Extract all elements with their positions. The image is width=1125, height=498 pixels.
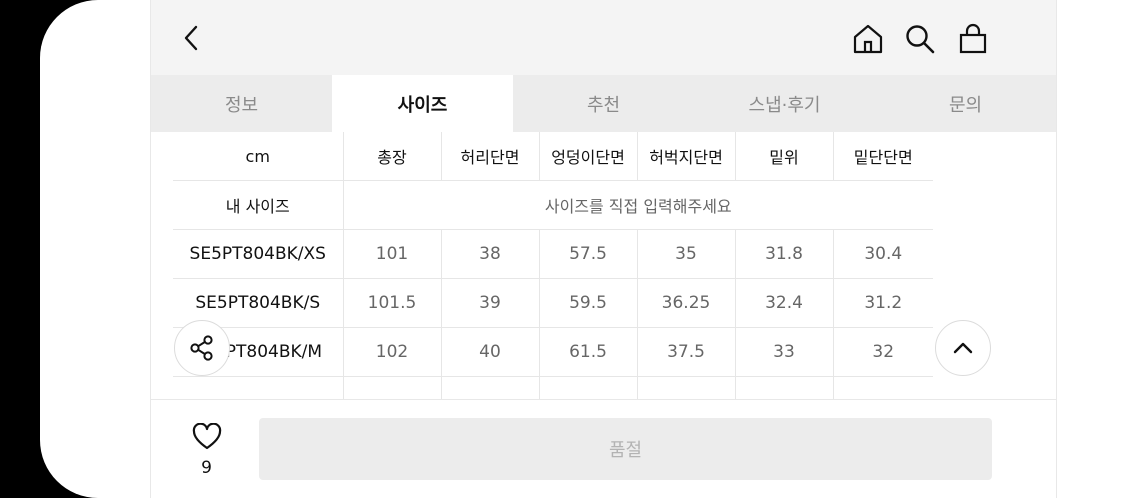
home-icon [853, 24, 883, 54]
back-button[interactable] [173, 20, 209, 56]
size-name: SE5PT804BK/XS [173, 229, 344, 279]
tab-info[interactable]: 정보 [151, 75, 332, 132]
table-cell: 39 [441, 278, 540, 328]
column-header: 밑위 [735, 132, 834, 181]
column-header: 허리단면 [441, 132, 540, 181]
chevron-up-icon [953, 342, 973, 354]
search-button[interactable] [901, 20, 939, 58]
heart-icon [192, 423, 222, 450]
column-header: 엉덩이단면 [539, 132, 638, 181]
column-header: 총장 [343, 132, 442, 181]
table-row: SE5PT804BK/S 101.5 39 59.5 36.25 32.4 31… [173, 278, 933, 328]
table-cell: 40 [441, 327, 540, 377]
table-cell: 57.5 [539, 229, 638, 279]
table-cell: 61.5 [539, 327, 638, 377]
table-cell: 32 [833, 327, 933, 377]
top-navigation-bar [151, 0, 1056, 75]
cart-button[interactable] [954, 20, 992, 58]
table-row: SE5PT804BK/XS 101 38 57.5 35 31.8 30.4 [173, 229, 933, 279]
column-header: 밑단단면 [833, 132, 933, 181]
size-table: cm 총장 허리단면 엉덩이단면 허벅지단면 밑위 밑단단면 내 사이즈 사이즈… [173, 132, 933, 426]
table-cell: 35 [637, 229, 736, 279]
table-cell: 101 [343, 229, 442, 279]
sold-out-button[interactable]: 품절 [259, 418, 992, 480]
app-screen: 정보 사이즈 추천 스냅·후기 문의 cm 총장 허리단면 엉덩이단면 허벅지단… [40, 0, 1125, 498]
my-size-label: 내 사이즈 [173, 180, 344, 230]
table-cell: 30.4 [833, 229, 933, 279]
tab-size[interactable]: 사이즈 [332, 75, 513, 132]
table-cell: 59.5 [539, 278, 638, 328]
like-button[interactable]: 9 [169, 422, 244, 482]
search-icon [906, 25, 935, 54]
my-size-row[interactable]: 내 사이즈 사이즈를 직접 입력해주세요 [173, 180, 933, 230]
tab-inquiry[interactable]: 문의 [875, 75, 1056, 132]
table-row: SE5PT804BK/M 102 40 61.5 37.5 33 32 [173, 327, 933, 377]
column-header: cm [173, 132, 344, 181]
table-header-row: cm 총장 허리단면 엉덩이단면 허벅지단면 밑위 밑단단면 [173, 132, 933, 181]
column-header: 허벅지단면 [637, 132, 736, 181]
table-cell: 31.2 [833, 278, 933, 328]
table-cell: 101.5 [343, 278, 442, 328]
table-cell: 32.4 [735, 278, 834, 328]
product-page: 정보 사이즈 추천 스냅·후기 문의 cm 총장 허리단면 엉덩이단면 허벅지단… [150, 0, 1057, 498]
shopping-bag-icon [959, 23, 987, 54]
table-cell: 102 [343, 327, 442, 377]
product-tabs: 정보 사이즈 추천 스냅·후기 문의 [151, 75, 1056, 132]
home-button[interactable] [849, 20, 887, 58]
share-icon [190, 335, 213, 361]
scroll-top-button[interactable] [935, 320, 991, 376]
table-cell: 31.8 [735, 229, 834, 279]
tab-snap-review[interactable]: 스냅·후기 [694, 75, 875, 132]
like-count: 9 [201, 458, 212, 478]
purchase-bar: 9 품절 [151, 399, 1056, 498]
table-cell: 36.25 [637, 278, 736, 328]
table-cell: 33 [735, 327, 834, 377]
share-button[interactable] [174, 320, 230, 376]
my-size-input-prompt[interactable]: 사이즈를 직접 입력해주세요 [343, 180, 933, 230]
table-cell: 37.5 [637, 327, 736, 377]
chevron-left-icon [184, 25, 198, 51]
size-table-container: cm 총장 허리단면 엉덩이단면 허벅지단면 밑위 밑단단면 내 사이즈 사이즈… [173, 132, 933, 426]
tab-recommend[interactable]: 추천 [513, 75, 694, 132]
table-cell: 38 [441, 229, 540, 279]
heart-icon-wrap [191, 422, 223, 452]
